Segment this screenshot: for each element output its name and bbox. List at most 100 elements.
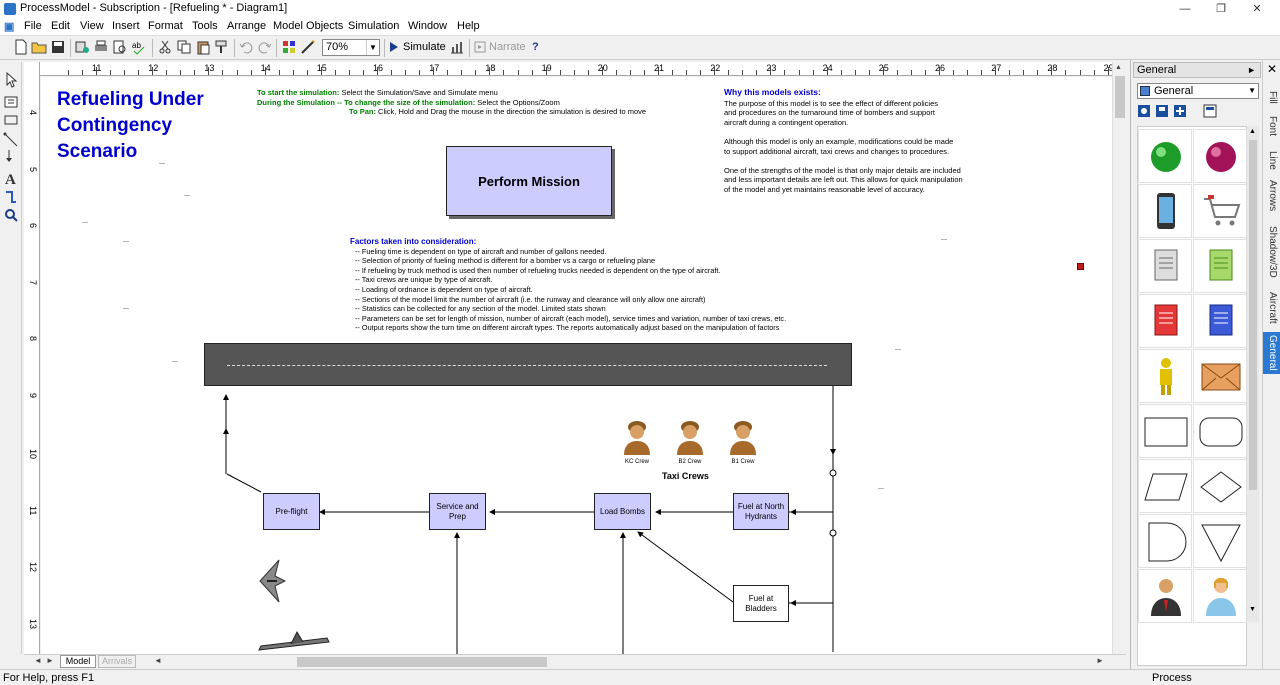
shape-envelope[interactable] (1193, 349, 1247, 403)
chevron-right-icon[interactable]: ► (1247, 63, 1256, 77)
scroll-thumb[interactable] (297, 657, 547, 667)
shape-rectangle[interactable] (1138, 404, 1192, 458)
tab-arrows[interactable]: Arrows (1263, 178, 1280, 214)
open-icon[interactable] (31, 39, 47, 55)
shape-man[interactable] (1138, 569, 1192, 623)
shape-magenta-ball[interactable] (1193, 129, 1247, 183)
chevron-down-icon[interactable]: ▼ (1248, 84, 1256, 98)
canvas-vertical-scrollbar[interactable]: ▲ (1112, 62, 1126, 654)
menu-edit[interactable]: Edit (51, 20, 70, 32)
menu-insert[interactable]: Insert (112, 20, 140, 32)
scroll-up-icon[interactable]: ▲ (1115, 64, 1122, 71)
rectangle-icon[interactable] (3, 112, 19, 128)
copy-icon[interactable] (176, 39, 192, 55)
menu-arrange[interactable]: Arrange (227, 20, 266, 32)
text-tool-icon[interactable]: A (3, 170, 19, 186)
fuel-bladders-box[interactable]: Fuel at Bladders (733, 585, 789, 622)
new-icon[interactable] (13, 39, 29, 55)
fuel-north-box[interactable]: Fuel at North Hydrants (733, 493, 789, 530)
menu-model-objects[interactable]: Model Objects (273, 20, 343, 32)
narrate-button[interactable]: Narrate (489, 41, 526, 53)
library-add-icon[interactable] (1173, 104, 1187, 118)
doc-icon[interactable]: ▣ (4, 20, 14, 33)
menu-help[interactable]: Help (457, 20, 480, 32)
play-icon[interactable] (389, 39, 399, 55)
menu-window[interactable]: Window (408, 20, 447, 32)
close-icon[interactable]: ✕ (1265, 62, 1279, 78)
scroll-thumb[interactable] (1115, 76, 1125, 118)
format-painter-icon[interactable] (214, 39, 230, 55)
redo-icon[interactable] (257, 39, 273, 55)
scroll-left-icon[interactable]: ◄ (154, 656, 162, 665)
scroll-right-icon[interactable]: ► (1096, 656, 1104, 665)
shape-green-ball[interactable] (1138, 129, 1192, 183)
menu-view[interactable]: View (80, 20, 104, 32)
save-icon[interactable] (50, 39, 66, 55)
menu-simulation[interactable]: Simulation (348, 20, 399, 32)
connector-icon[interactable] (3, 132, 19, 148)
print-preview-icon[interactable] (112, 39, 128, 55)
tab-shadow-3d[interactable]: Shadow/3D (1263, 222, 1280, 282)
shape-delay[interactable] (1138, 514, 1192, 568)
arrow-connector-icon[interactable] (3, 148, 19, 164)
tab-general[interactable]: General (1263, 332, 1280, 374)
tab-model[interactable]: Model (60, 655, 96, 668)
cut-icon[interactable] (157, 39, 173, 55)
shape-blue-doc[interactable] (1193, 294, 1247, 348)
crew-member[interactable]: B1 Crew (723, 417, 763, 467)
panel-scrollbar[interactable]: ▲ ▼ (1247, 126, 1259, 622)
crew-member[interactable]: KC Crew (617, 417, 657, 467)
simulate-button[interactable]: Simulate (403, 41, 446, 53)
tab-font[interactable]: Font (1263, 112, 1280, 140)
undo-icon[interactable] (238, 39, 254, 55)
cargo-aircraft-icon[interactable] (257, 630, 331, 654)
shape-triangle[interactable] (1193, 514, 1247, 568)
tab-prev-icon[interactable]: ◄ (34, 656, 42, 665)
tab-aircraft[interactable]: Aircraft (1263, 288, 1280, 328)
narrate-icon[interactable] (474, 39, 486, 55)
shape-rounded-rect[interactable] (1193, 404, 1247, 458)
shape-gray-doc[interactable] (1138, 239, 1192, 293)
model-objects-icon[interactable] (281, 39, 297, 55)
library-open-icon[interactable] (1137, 104, 1151, 118)
library-save-icon[interactable] (1155, 104, 1169, 118)
menu-file[interactable]: File (24, 20, 42, 32)
output-chart-icon[interactable] (449, 39, 465, 55)
shape-red-doc[interactable] (1138, 294, 1192, 348)
preflight-box[interactable]: Pre-flight (263, 493, 320, 530)
tab-fill[interactable]: Fill (1263, 84, 1280, 110)
publish-icon[interactable] (74, 39, 90, 55)
scroll-up-icon[interactable]: ▲ (1249, 128, 1257, 138)
menu-format[interactable]: Format (148, 20, 183, 32)
pointer-icon[interactable] (3, 72, 19, 88)
spell-check-icon[interactable]: ab (131, 39, 147, 55)
zoom-select[interactable]: 70% ▼ (322, 39, 380, 56)
load-bombs-box[interactable]: Load Bombs (594, 493, 651, 530)
tab-arrivals[interactable]: Arrivals (98, 655, 136, 668)
text-box-icon[interactable] (3, 94, 19, 110)
close-button[interactable]: ✕ (1240, 0, 1274, 18)
diagram-canvas[interactable]: Refueling Under Contingency Scenario To … (41, 77, 1112, 654)
shape-diamond[interactable] (1193, 459, 1247, 513)
help-button[interactable]: ? (532, 41, 539, 53)
shape-phone[interactable] (1138, 184, 1192, 238)
tab-next-icon[interactable]: ► (46, 656, 54, 665)
shape-person[interactable] (1138, 349, 1192, 403)
minimize-button[interactable]: — (1168, 0, 1202, 18)
maximize-button[interactable]: ❐ (1204, 0, 1238, 18)
routing-icon[interactable] (3, 189, 19, 205)
service-prep-box[interactable]: Service and Prep (429, 493, 486, 530)
paste-icon[interactable] (195, 39, 211, 55)
crew-member[interactable]: B2 Crew (670, 417, 710, 467)
scroll-down-icon[interactable]: ▼ (1249, 606, 1257, 616)
shape-woman[interactable] (1193, 569, 1247, 623)
shape-green-doc[interactable] (1193, 239, 1247, 293)
library-view-icon[interactable] (1203, 104, 1217, 118)
library-select[interactable]: General ▼ (1137, 83, 1259, 99)
tab-line[interactable]: Line (1263, 146, 1280, 174)
chevron-down-icon[interactable]: ▼ (366, 40, 379, 55)
zoom-icon[interactable] (3, 207, 19, 223)
scroll-thumb[interactable] (1249, 140, 1257, 490)
shape-cart[interactable] (1193, 184, 1247, 238)
draw-line-icon[interactable] (300, 39, 316, 55)
